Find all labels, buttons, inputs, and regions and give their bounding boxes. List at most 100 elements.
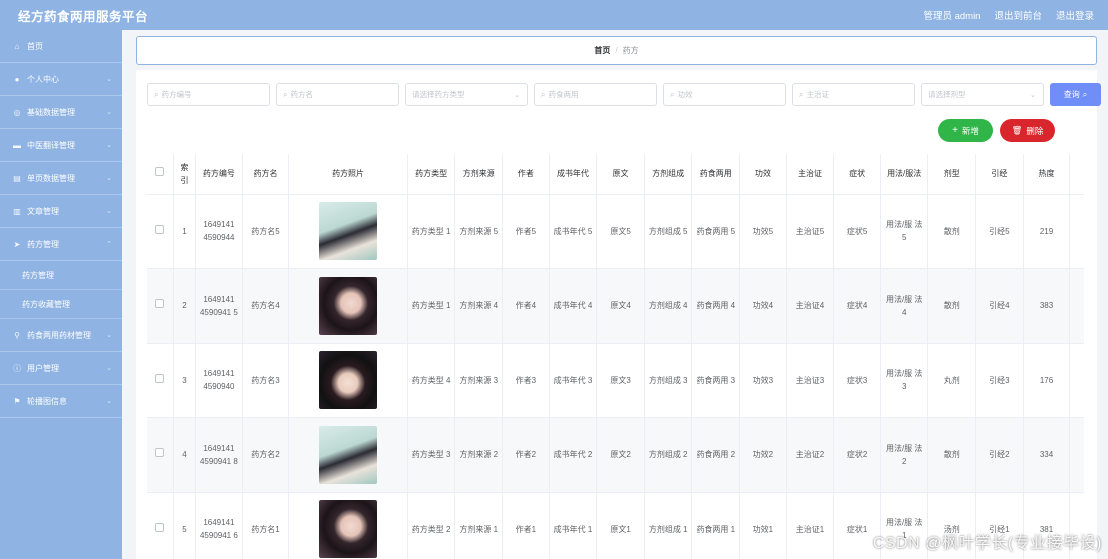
effect-search-input[interactable]: ⌕ 功效 (663, 83, 786, 106)
cell-name: 药方名3 (242, 343, 290, 418)
sidebar-subitem-prescription[interactable]: 药方管理 (0, 261, 122, 290)
chevron-down-icon: ⌄ (106, 142, 112, 149)
cell-original: 原文4 (596, 268, 645, 344)
col-header: 药方编号 (195, 154, 243, 195)
row-checkbox[interactable] (147, 194, 174, 269)
delete-button[interactable]: 🗑 删除 (1000, 119, 1055, 142)
csdn-watermark: CSDN @枫叶学长(专业接毕设) (872, 535, 1102, 552)
sidebar-item-prescription[interactable]: ➤ 药方管理 ⌃ (0, 228, 122, 261)
col-header: 症状 (833, 154, 881, 195)
cell-form: 散剂 (927, 268, 977, 344)
prescription-photo-cell (288, 194, 408, 269)
table-row[interactable]: 1 1649141 4590944 药方名5 药方类型 1 方剂来源 5 作者5 成书年代 … (147, 194, 1084, 269)
row-checkbox[interactable] (147, 268, 174, 344)
table-row[interactable]: 2 1649141 4590941 5 药方名4 药方类型 1 方剂来源 4 作者4 成书年… (147, 268, 1084, 344)
col-header: 药方类型 (407, 154, 456, 195)
sidebar-item-label: 中医翻译管理 (27, 140, 75, 150)
cell-usage: 用法/服 法3 (880, 343, 929, 418)
sidebar-item-dual-herbs[interactable]: ⚲ 药食两用药材管理 ⌄ (0, 319, 122, 352)
cell-overflow (1069, 268, 1084, 344)
cell-usage: 用法/服 法4 (880, 268, 929, 344)
admin-label: 管理员 admin (923, 11, 981, 22)
cell-composition: 方剂组成 3 (644, 343, 693, 418)
user-icon: ● (14, 74, 20, 84)
sidebar-item-articles[interactable]: ▥ 文章管理 ⌄ (0, 195, 122, 228)
cell-heat: 334 (1023, 417, 1071, 493)
prescription-photo-cell (288, 343, 408, 418)
cell-usage: 用法/服 法5 (880, 194, 929, 269)
sidebar-item-label: 药食两用药材管理 (27, 330, 91, 340)
search-icon: ⌕ (541, 89, 546, 99)
trash-icon: 🗑 (1011, 125, 1023, 135)
cell-index: 2 (173, 268, 197, 344)
col-header: 主治证 (786, 154, 835, 195)
col-header: 成书年代 (549, 154, 598, 195)
chevron-down-icon: ⌄ (106, 175, 112, 182)
add-label: 新增 (961, 125, 979, 136)
type-select[interactable]: 请选择药方类型 ⌄ (405, 83, 528, 106)
cell-dual: 药食两用 4 (691, 268, 741, 344)
cell-type: 药方类型 2 (407, 492, 456, 559)
sidebar-item-label: 药方管理 (22, 270, 54, 280)
cell-code: 1649141 4590940 (195, 343, 243, 418)
prescription-photo-cell (288, 492, 408, 559)
cell-form: 丸剂 (927, 343, 977, 418)
sidebar-item-users[interactable]: ⓘ 用户管理 ⌄ (0, 352, 122, 385)
cell-author: 作者4 (502, 268, 550, 344)
breadcrumb-home[interactable]: 首页 (594, 45, 610, 56)
form-select[interactable]: 请选择剂型 ⌄ (921, 83, 1044, 106)
name-search-input[interactable]: ⌕ 药方名 (276, 83, 399, 106)
select-all-checkbox[interactable] (147, 154, 174, 195)
row-checkbox[interactable] (147, 492, 174, 559)
sidebar-item-single-page[interactable]: ▤ 单页数据管理 ⌄ (0, 162, 122, 195)
sidebar-item-label: 药方收藏管理 (22, 299, 70, 309)
code-search-input[interactable]: ⌕ 药方编号 (147, 83, 270, 106)
indication-search-input[interactable]: ⌕ 主治证 (792, 83, 915, 106)
cell-dual: 药食两用 5 (691, 194, 741, 269)
cell-source: 方剂来源 5 (454, 194, 504, 269)
chevron-up-icon: ⌃ (106, 241, 112, 248)
cell-era: 成书年代 4 (549, 268, 598, 344)
add-button[interactable]: + 新增 (938, 119, 993, 142)
cell-effect: 功效4 (739, 268, 787, 344)
cell-overflow (1069, 194, 1084, 269)
sidebar-item-label: 基础数据管理 (27, 107, 75, 117)
logout-link[interactable]: 退出登录 (1056, 8, 1094, 22)
cell-era: 成书年代 2 (549, 417, 598, 493)
sidebar-item-carousel[interactable]: ⚑ 轮播图信息 ⌄ (0, 385, 122, 418)
cell-dual: 药食两用 1 (691, 492, 741, 559)
cell-source: 方剂来源 3 (454, 343, 504, 418)
search-icon: ⌕ (670, 89, 675, 99)
sidebar-item-base-data[interactable]: ◎ 基础数据管理 ⌄ (0, 96, 122, 129)
col-header: 引经 (975, 154, 1024, 195)
cell-source: 方剂来源 4 (454, 268, 504, 344)
sidebar-item-translation[interactable]: ▬ 中医翻译管理 ⌄ (0, 129, 122, 162)
cell-code: 1649141 4590941 8 (195, 417, 243, 493)
placeholder-text: 药方名 (290, 90, 313, 99)
cell-form: 散剂 (927, 417, 977, 493)
row-checkbox[interactable] (147, 417, 174, 493)
col-header: 热度 (1023, 154, 1071, 195)
query-button[interactable]: 查询 ⌕ (1050, 83, 1101, 106)
table-row[interactable]: 3 1649141 4590940 药方名3 药方类型 4 方剂来源 3 作者3 成书年代 … (147, 343, 1084, 418)
prescription-photo-cell (288, 417, 408, 493)
cell-channel: 引经3 (975, 343, 1024, 418)
front-link[interactable]: 退出到前台 (994, 8, 1042, 22)
sidebar-item-label: 首页 (27, 41, 43, 51)
placeholder-text: 请选择药方类型 (412, 90, 465, 99)
cell-indication: 主治证1 (786, 492, 835, 559)
cell-original: 原文2 (596, 417, 645, 493)
row-checkbox[interactable] (147, 343, 174, 418)
chevron-down-icon: ⌄ (106, 398, 112, 405)
dual-search-input[interactable]: ⌕ 药食两用 (534, 83, 657, 106)
sidebar-item-label: 轮播图信息 (27, 396, 67, 406)
cell-indication: 主治证4 (786, 268, 835, 344)
col-header: 作者 (502, 154, 550, 195)
table-row[interactable]: 4 1649141 4590941 8 药方名2 药方类型 3 方剂来源 2 作者2 成书年… (147, 417, 1084, 493)
sidebar-item-home[interactable]: ⌂ 首页 (0, 30, 122, 63)
top-bar: 经方药食两用服务平台 管理员 admin 退出到前台 退出登录 (0, 0, 1108, 30)
cell-original: 原文3 (596, 343, 645, 418)
cell-original: 原文5 (596, 194, 645, 269)
sidebar-subitem-favorites[interactable]: 药方收藏管理 (0, 290, 122, 319)
sidebar-item-personal[interactable]: ● 个人中心 ⌄ (0, 63, 122, 96)
